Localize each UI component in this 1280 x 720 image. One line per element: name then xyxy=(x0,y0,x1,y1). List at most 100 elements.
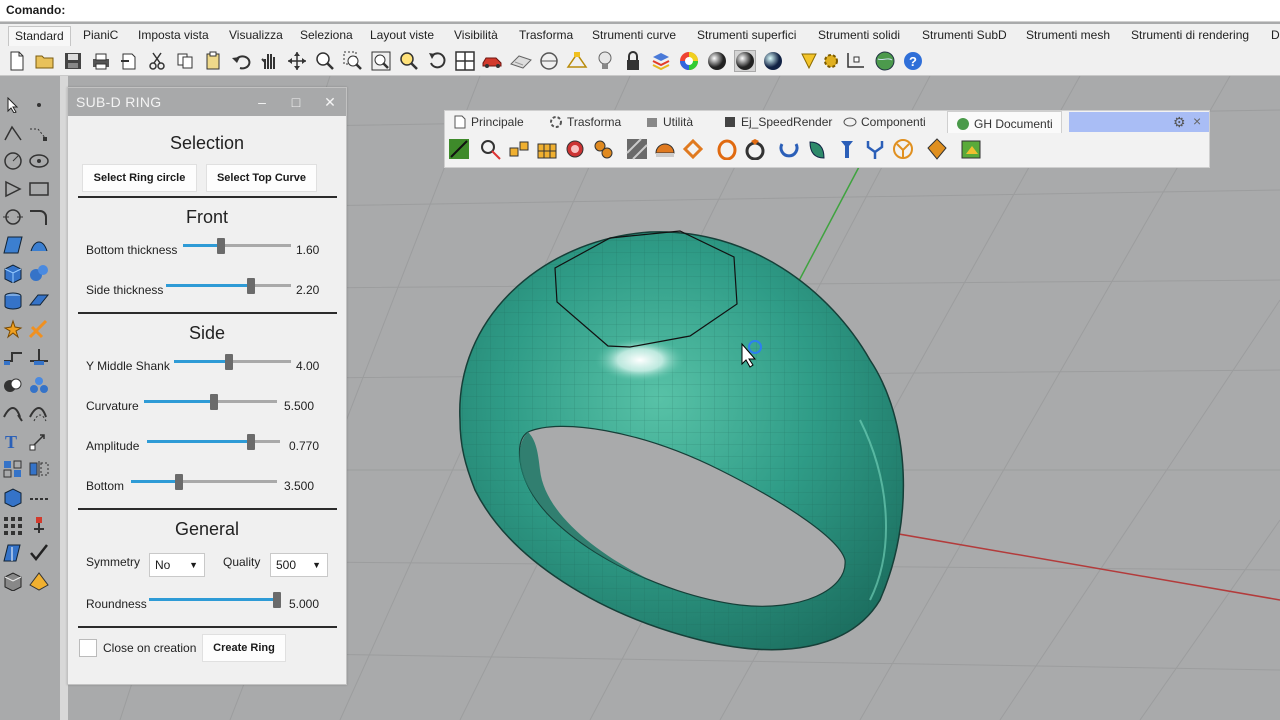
bottom-thickness-slider[interactable] xyxy=(183,238,291,254)
print-icon[interactable] xyxy=(90,50,112,72)
trim-icon[interactable] xyxy=(28,318,50,340)
cut-icon[interactable] xyxy=(146,50,168,72)
zoom-icon[interactable] xyxy=(314,50,336,72)
tab-seleziona[interactable]: Seleziona xyxy=(300,28,353,42)
y-middle-shank-slider[interactable] xyxy=(174,354,291,370)
polyline-icon[interactable] xyxy=(2,122,24,144)
color-wheel-icon[interactable] xyxy=(678,50,700,72)
solid-box-icon[interactable] xyxy=(2,486,24,508)
gh-ring-icon[interactable] xyxy=(479,137,503,161)
car-named-view-icon[interactable] xyxy=(482,50,504,72)
select-arrow-icon[interactable] xyxy=(2,94,24,116)
gh-green-icon[interactable] xyxy=(447,137,471,161)
offset-icon[interactable] xyxy=(28,402,50,424)
gh-diamond-icon[interactable] xyxy=(925,137,949,161)
gh-chain-icon[interactable] xyxy=(681,137,705,161)
mirror-icon[interactable] xyxy=(28,458,50,480)
undo-icon[interactable] xyxy=(230,50,252,72)
sweep-icon[interactable] xyxy=(28,234,50,256)
gh-gear-pair-icon[interactable] xyxy=(591,137,615,161)
minimize-icon[interactable]: – xyxy=(252,92,272,112)
polygon-icon[interactable] xyxy=(2,178,24,200)
circle-icon[interactable] xyxy=(2,150,24,172)
tab-overflow[interactable]: D xyxy=(1271,28,1280,42)
gh-dome-icon[interactable] xyxy=(653,137,677,161)
tab-visualizza[interactable]: Visualizza xyxy=(229,28,283,42)
check-icon[interactable] xyxy=(28,542,50,564)
save-icon[interactable] xyxy=(62,50,84,72)
boolean-icon[interactable] xyxy=(2,374,24,396)
gh-fork-icon[interactable] xyxy=(863,137,887,161)
settings-gear-icon[interactable] xyxy=(846,50,868,72)
material-sphere-icon[interactable] xyxy=(762,50,784,72)
gh-texture-icon[interactable] xyxy=(625,137,649,161)
tab-strumenti-curve[interactable]: Strumenti curve xyxy=(592,28,676,42)
layer-icon[interactable] xyxy=(650,50,672,72)
tab-strumenti-subd[interactable]: Strumenti SubD xyxy=(922,28,1007,42)
array-icon[interactable] xyxy=(2,458,24,480)
select-ring-circle-button[interactable]: Select Ring circle xyxy=(82,164,197,192)
maximize-icon[interactable]: □ xyxy=(286,92,306,112)
render-solid-icon[interactable] xyxy=(2,570,24,592)
ellipse-icon[interactable] xyxy=(28,150,50,172)
arc-icon[interactable] xyxy=(2,206,24,228)
import-icon[interactable] xyxy=(118,50,140,72)
gh-tab-utilita[interactable]: Utilità xyxy=(645,115,693,129)
gh-grid-icon[interactable] xyxy=(535,137,559,161)
rectangle-icon[interactable] xyxy=(28,178,50,200)
panel-title-bar[interactable]: SUB-D RING – □ ✕ xyxy=(68,88,346,116)
tab-imposta-vista[interactable]: Imposta vista xyxy=(138,28,209,42)
curvature-slider[interactable] xyxy=(144,394,277,410)
gh-prong-icon[interactable] xyxy=(835,137,859,161)
analyze-icon[interactable] xyxy=(2,542,24,564)
plane-surface-icon[interactable] xyxy=(28,290,50,312)
fillet-icon[interactable] xyxy=(28,206,50,228)
copy-icon[interactable] xyxy=(174,50,196,72)
rendered-sphere-icon[interactable] xyxy=(734,50,756,72)
close-on-creation-checkbox[interactable] xyxy=(79,639,97,657)
point-icon[interactable] xyxy=(566,50,588,72)
bottom-slider[interactable] xyxy=(131,474,277,490)
shaded-sphere-icon[interactable] xyxy=(706,50,728,72)
rotate-view-icon[interactable] xyxy=(426,50,448,72)
command-input[interactable] xyxy=(68,2,1273,18)
globe-icon[interactable] xyxy=(874,50,896,72)
surface-icon[interactable] xyxy=(2,234,24,256)
four-viewports-icon[interactable] xyxy=(454,50,476,72)
quality-dropdown[interactable]: 500 ▼ xyxy=(270,553,328,577)
close-icon[interactable]: ✕ xyxy=(320,92,340,112)
gh-ring-stone-icon[interactable] xyxy=(743,137,767,161)
join-icon[interactable] xyxy=(2,346,24,368)
new-file-icon[interactable] xyxy=(6,50,28,72)
tab-trasforma[interactable]: Trasforma xyxy=(519,28,573,42)
gh-circle-y-icon[interactable] xyxy=(891,137,915,161)
tab-strumenti-mesh[interactable]: Strumenti mesh xyxy=(1026,28,1110,42)
gh-tab-principale[interactable]: Principale xyxy=(453,115,524,129)
gh-folder-icon[interactable] xyxy=(959,137,983,161)
highlight-icon[interactable] xyxy=(820,50,842,72)
roundness-slider[interactable] xyxy=(149,592,281,608)
help-icon[interactable]: ? xyxy=(902,50,924,72)
gh-tab-gh-documenti[interactable]: GH Documenti xyxy=(947,111,1062,133)
tab-strumenti-solidi[interactable]: Strumenti solidi xyxy=(818,28,900,42)
split-icon[interactable] xyxy=(28,346,50,368)
tab-pianic[interactable]: PianiC xyxy=(83,28,118,42)
gh-leaf-icon[interactable] xyxy=(805,137,829,161)
point-dot-icon[interactable] xyxy=(28,94,50,116)
gloss-sphere-icon[interactable] xyxy=(798,50,820,72)
create-ring-button[interactable]: Create Ring xyxy=(202,634,286,662)
gh-cubes-icon[interactable] xyxy=(507,137,531,161)
blend-icon[interactable] xyxy=(28,374,50,396)
construction-plane-icon[interactable] xyxy=(510,50,532,72)
bulb-icon[interactable] xyxy=(594,50,616,72)
gh-tab-trasforma[interactable]: Trasforma xyxy=(549,115,621,129)
open-folder-icon[interactable] xyxy=(34,50,56,72)
pan-hand-icon[interactable] xyxy=(258,50,280,72)
tab-layout-viste[interactable]: Layout viste xyxy=(370,28,434,42)
extend-icon[interactable] xyxy=(2,402,24,424)
zoom-selected-icon[interactable] xyxy=(398,50,420,72)
tab-strumenti-rendering[interactable]: Strumenti di rendering xyxy=(1131,28,1249,42)
lock-icon[interactable] xyxy=(622,50,644,72)
gh-arc-icon[interactable] xyxy=(777,137,801,161)
gh-ring-orange-icon[interactable] xyxy=(715,137,739,161)
